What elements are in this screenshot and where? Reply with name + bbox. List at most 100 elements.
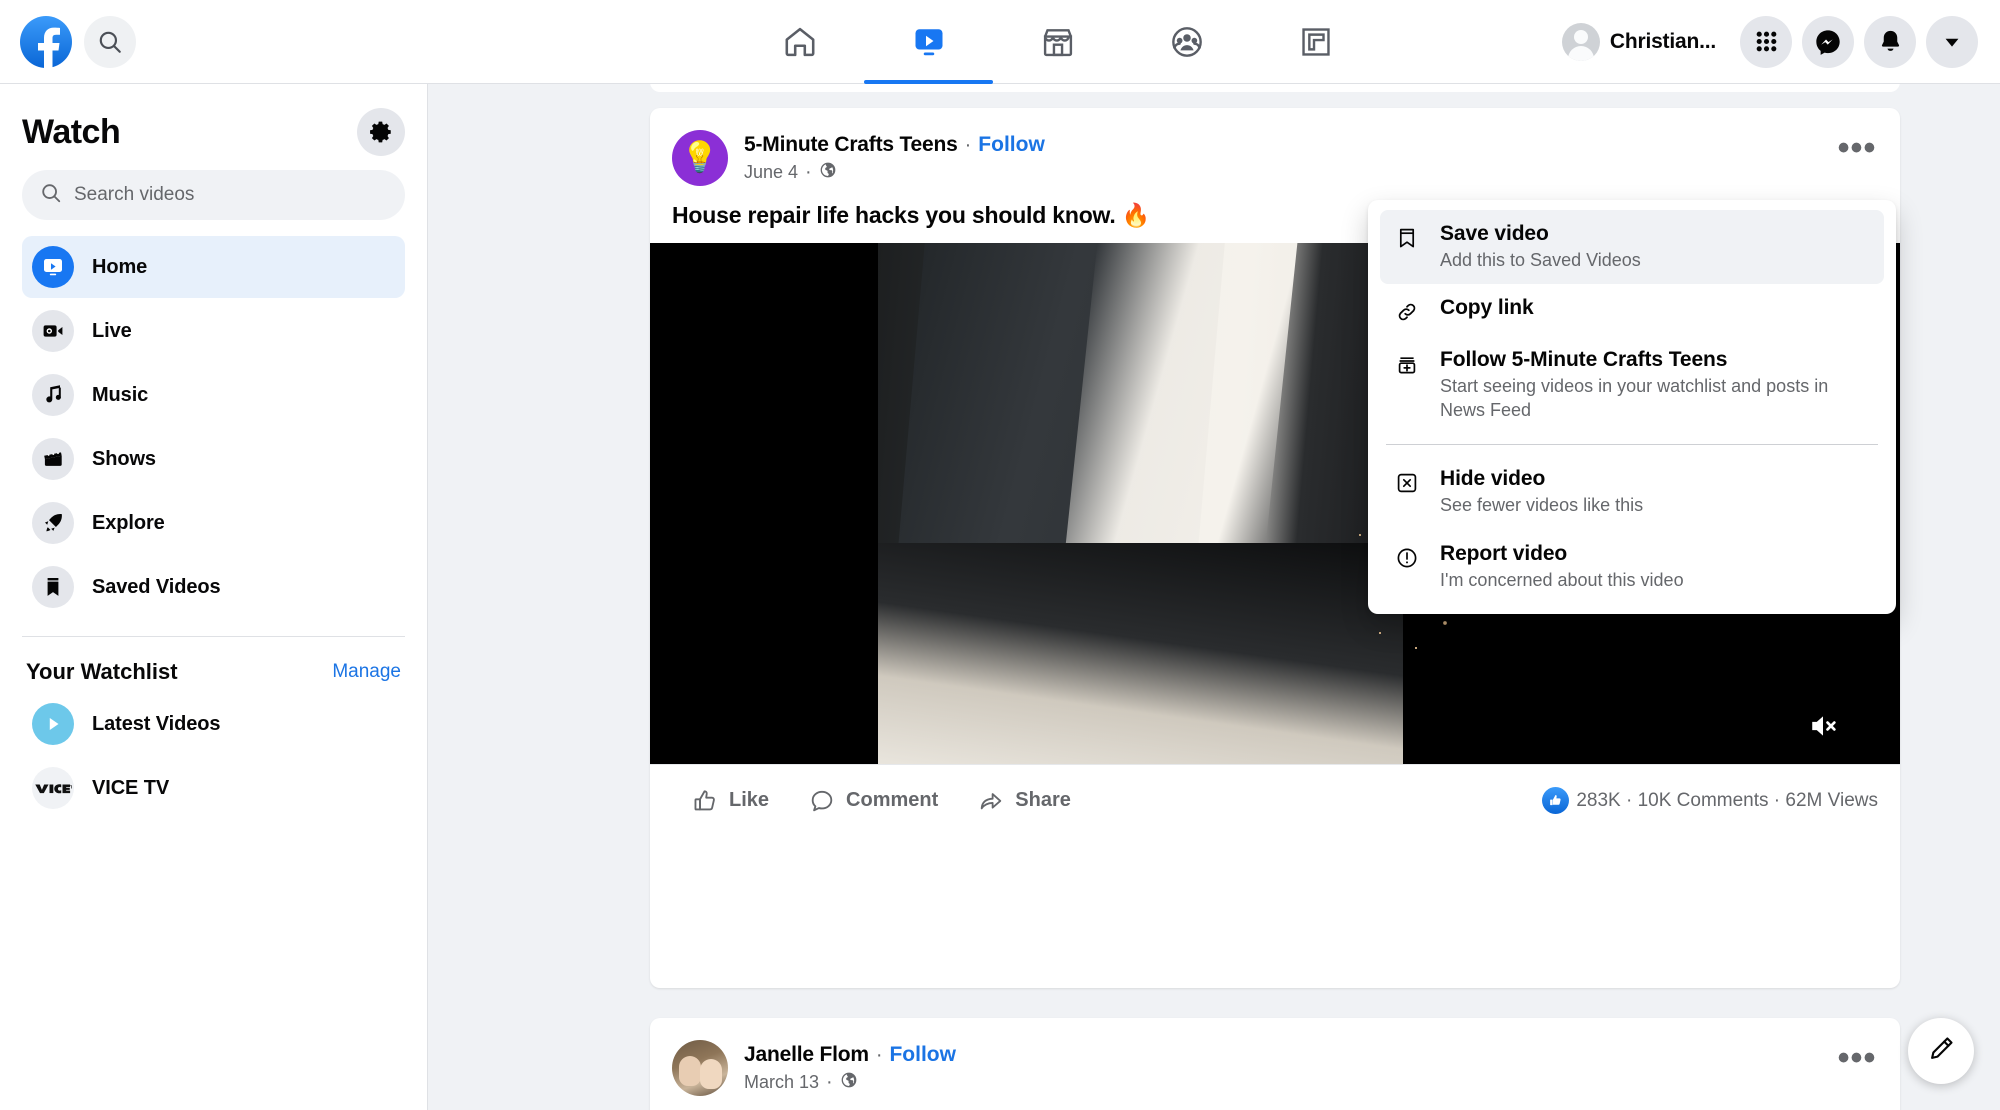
mute-toggle-button[interactable]	[1806, 709, 1840, 748]
sidebar-item-label: Live	[92, 319, 132, 342]
account-menu-button[interactable]	[1926, 15, 1978, 68]
ellipsis-icon: •••	[1837, 129, 1877, 168]
post-options-button[interactable]: •••	[1830, 122, 1884, 176]
messenger-button[interactable]	[1802, 15, 1854, 68]
post-stats[interactable]: 283K · 10K Comments · 62M Views	[1542, 787, 1878, 814]
menu-item-text: Report video I'm concerned about this vi…	[1440, 542, 1684, 592]
post-date[interactable]: March 13	[744, 1072, 819, 1093]
post-author-name[interactable]: Janelle Flom	[744, 1043, 869, 1067]
post-author-row: Janelle Flom · Follow	[744, 1043, 956, 1067]
watchlist-item-label: Latest Videos	[92, 712, 221, 735]
watchlist-item-vice-tv[interactable]: TV VICE TV	[22, 757, 405, 819]
separator-dot: ·	[964, 133, 972, 156]
menu-item-follow-page[interactable]: Follow 5-Minute Crafts Teens Start seein…	[1380, 336, 1884, 434]
menu-item-save-video[interactable]: Save video Add this to Saved Videos	[1380, 210, 1884, 285]
menu-item-title: Hide video	[1440, 467, 1546, 491]
like-button[interactable]: Like	[672, 780, 789, 822]
nav-tab-groups[interactable]	[1122, 0, 1251, 84]
post-subheader: March 13 ·	[744, 1071, 956, 1094]
follow-plus-icon	[1392, 348, 1422, 376]
compose-pencil-icon	[1926, 1034, 1956, 1069]
watchlist-title: Your Watchlist	[26, 659, 178, 684]
page-title: Watch	[22, 112, 121, 151]
menu-item-desc: I'm concerned about this video	[1440, 569, 1684, 590]
sidebar-item-home[interactable]: Home	[22, 236, 405, 298]
top-navigation-bar: Christian...	[0, 0, 2000, 84]
previous-post-stub	[650, 84, 1900, 92]
sidebar-item-label: Music	[92, 383, 149, 406]
svg-text:TV: TV	[70, 785, 72, 790]
menu-item-text: Copy link	[1440, 296, 1534, 320]
profile-name: Christian...	[1609, 29, 1716, 53]
settings-button[interactable]	[357, 108, 405, 156]
sidebar-item-label: Explore	[92, 511, 165, 534]
sidebar-item-live[interactable]: Live	[22, 300, 405, 362]
share-button[interactable]: Share	[958, 780, 1091, 822]
nav-search-button[interactable]	[84, 15, 136, 68]
sidebar-item-shows[interactable]: Shows	[22, 428, 405, 490]
compose-button[interactable]	[1908, 1018, 1974, 1084]
post-options-menu: Save video Add this to Saved Videos Copy…	[1368, 200, 1896, 614]
search-videos-box[interactable]	[22, 170, 405, 220]
menu-item-text: Hide video See fewer videos like this	[1440, 467, 1643, 517]
report-exclamation-icon	[1392, 542, 1422, 570]
nav-right-section: Christian...	[1556, 15, 2000, 68]
post-meta: Janelle Flom · Follow March 13 ·	[744, 1040, 956, 1094]
clapperboard-icon	[32, 438, 74, 480]
avatar[interactable]: 💡	[672, 130, 728, 186]
post-stats-text: 283K · 10K Comments · 62M Views	[1576, 789, 1878, 811]
separator-dot: ·	[805, 161, 812, 183]
grid-menu-button[interactable]	[1740, 15, 1792, 68]
post-author-name[interactable]: 5-Minute Crafts Teens	[744, 133, 958, 157]
manage-watchlist-link[interactable]: Manage	[332, 661, 401, 683]
watch-home-icon	[32, 246, 74, 288]
sidebar-item-label: Shows	[92, 447, 156, 470]
menu-item-desc: See fewer videos like this	[1440, 495, 1644, 516]
sidebar-header: Watch	[22, 84, 405, 170]
watch-sidebar: Watch Home Live	[0, 84, 428, 1110]
post-date[interactable]: June 4	[744, 162, 798, 183]
nav-tab-gaming[interactable]	[1251, 0, 1380, 84]
sidebar-item-music[interactable]: Music	[22, 364, 405, 426]
follow-link[interactable]: Follow	[889, 1043, 956, 1067]
avatar[interactable]	[672, 1040, 728, 1096]
post-options-button[interactable]: •••	[1830, 1032, 1884, 1086]
menu-item-desc: Start seeing videos in your watchlist an…	[1440, 376, 1829, 420]
sidebar-item-saved-videos[interactable]: Saved Videos	[22, 556, 405, 618]
menu-item-hide-video[interactable]: Hide video See fewer videos like this	[1380, 455, 1884, 529]
lightbulb-icon: 💡	[681, 141, 719, 174]
menu-item-title: Save video	[1440, 222, 1549, 245]
post-author-row: 5-Minute Crafts Teens · Follow	[744, 133, 1045, 157]
comment-button[interactable]: Comment	[789, 780, 958, 822]
watchlist-header: Your Watchlist Manage	[22, 659, 405, 693]
music-note-icon	[32, 374, 74, 416]
facebook-logo[interactable]	[20, 15, 72, 68]
post-header: 💡 5-Minute Crafts Teens · Follow June 4 …	[650, 108, 1900, 186]
vice-tv-logo: TV	[32, 767, 74, 809]
search-input[interactable]	[74, 184, 387, 206]
sidebar-item-explore[interactable]: Explore	[22, 492, 405, 554]
follow-link[interactable]: Follow	[978, 133, 1045, 157]
comment-label: Comment	[846, 789, 939, 811]
play-circle-icon	[32, 703, 74, 745]
watchlist-item-label: VICE TV	[92, 776, 170, 799]
nav-tab-watch[interactable]	[864, 0, 994, 84]
menu-item-title: Report video	[1440, 541, 1568, 565]
menu-item-text: Follow 5-Minute Crafts Teens Start seein…	[1440, 348, 1840, 422]
like-label: Like	[729, 789, 770, 811]
nav-tab-home[interactable]	[735, 0, 864, 84]
notifications-button[interactable]	[1864, 15, 1916, 68]
post-subheader: June 4 ·	[744, 161, 1045, 184]
sidebar-item-label: Home	[92, 255, 148, 278]
menu-item-report-video[interactable]: Report video I'm concerned about this vi…	[1380, 530, 1884, 604]
menu-item-copy-link[interactable]: Copy link	[1380, 284, 1884, 336]
watchlist-item-latest-videos[interactable]: Latest Videos	[22, 693, 405, 755]
profile-button[interactable]: Christian...	[1556, 17, 1730, 67]
link-icon	[1392, 296, 1422, 324]
avatar	[1561, 22, 1600, 61]
rocket-icon	[32, 502, 74, 544]
sidebar-item-label: Saved Videos	[92, 575, 221, 598]
menu-divider	[1386, 444, 1878, 446]
nav-tab-marketplace[interactable]	[993, 0, 1122, 84]
post-meta: 5-Minute Crafts Teens · Follow June 4 ·	[744, 130, 1045, 184]
